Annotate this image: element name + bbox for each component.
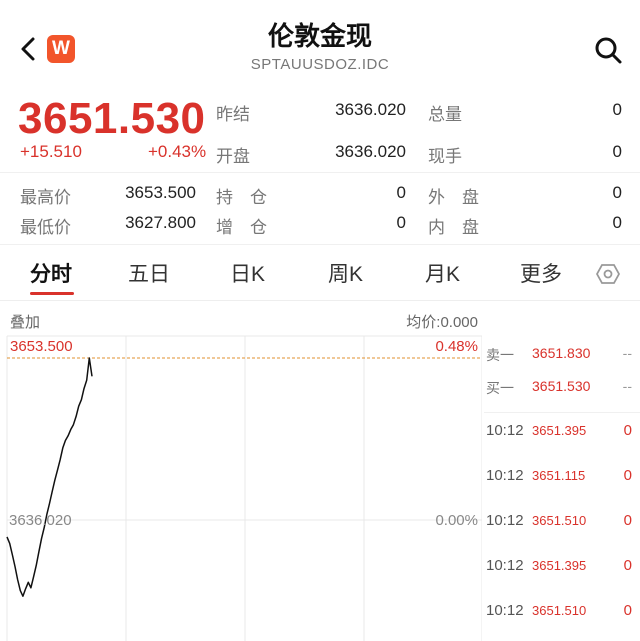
price-line [6, 357, 93, 597]
tick-row: 10:12 3651.395 0 [486, 557, 636, 577]
tick-row: 10:12 3651.115 0 [486, 467, 636, 487]
tick-price: 3651.115 [532, 468, 586, 483]
open-label: 开盘 [216, 147, 250, 166]
tick-time: 10:12 [486, 602, 524, 619]
prev-close-value: 3636.020 [335, 100, 406, 119]
tick-time: 10:12 [486, 467, 524, 484]
sell-one-volume: -- [622, 345, 632, 361]
overlay-button[interactable]: 叠加 [10, 311, 40, 332]
total-volume-value: 0 [612, 100, 622, 119]
current-volume-value: 0 [612, 142, 622, 161]
tick-row: 10:12 3651.510 0 [486, 512, 636, 532]
hold-value: 0 [396, 183, 406, 202]
total-volume-label: 总量 [428, 105, 462, 124]
divider [0, 300, 640, 301]
tick-volume: 0 [623, 512, 632, 529]
tab-weekly-k[interactable]: 周K [328, 258, 363, 288]
tick-volume: 0 [623, 602, 632, 619]
tick-time: 10:12 [486, 557, 524, 574]
divider [0, 244, 640, 245]
settings-icon[interactable] [596, 262, 620, 286]
y-axis-mid-label: 3636.020 [9, 512, 72, 529]
high-label: 最高价 [20, 188, 71, 207]
low-value: 3627.800 [125, 213, 196, 232]
tick-price: 3651.395 [532, 423, 587, 438]
open-value: 3636.020 [335, 142, 406, 161]
sell-one-label: 卖一 [486, 347, 514, 363]
tick-time: 10:12 [486, 512, 524, 529]
tab-daily-k[interactable]: 日K [230, 258, 265, 288]
tick-price: 3651.510 [532, 513, 587, 528]
divider [0, 172, 640, 173]
outer-value: 0 [612, 183, 622, 202]
tick-volume: 0 [623, 422, 632, 439]
active-tab-indicator [30, 292, 74, 295]
y-axis-top-pct: 0.48% [435, 338, 478, 355]
tab-intraday[interactable]: 分时 [30, 258, 72, 288]
buy-one-label: 买一 [486, 380, 514, 396]
tick-price: 3651.510 [532, 603, 587, 618]
tick-volume: 0 [623, 467, 632, 484]
sell-one-price: 3651.830 [532, 345, 591, 361]
prev-close-label: 昨结 [216, 105, 250, 124]
hold-label: 持 仓 [216, 188, 267, 207]
add-position-value: 0 [396, 213, 406, 232]
tick-price: 3651.395 [532, 558, 587, 573]
page-title: 伦敦金现 [267, 21, 372, 51]
price-change: +15.510 [20, 142, 82, 161]
tab-five-day[interactable]: 五日 [128, 258, 170, 288]
high-value: 3653.500 [125, 183, 196, 202]
buy-one-volume: -- [622, 378, 632, 394]
tick-volume: 0 [623, 557, 632, 574]
chart-grid [6, 335, 482, 641]
average-price-label: 均价:0.000 [406, 314, 478, 331]
low-label: 最低价 [20, 218, 71, 237]
tick-row: 10:12 3651.510 0 [486, 602, 636, 622]
instrument-code: SPTAUUSDOZ.IDC [250, 56, 390, 73]
tick-row: 10:12 3651.395 0 [486, 422, 636, 442]
buy-one-row: 买一 3651.530 -- [486, 378, 636, 398]
price-change-pct: +0.43% [148, 142, 207, 161]
divider [484, 412, 640, 413]
inner-label: 内 盘 [428, 218, 479, 237]
tab-more[interactable]: 更多 [520, 258, 562, 288]
search-icon[interactable] [592, 34, 624, 66]
intraday-chart[interactable] [0, 330, 482, 641]
tab-monthly-k[interactable]: 月K [425, 258, 460, 288]
current-volume-label: 现手 [428, 147, 462, 166]
add-position-label: 增 仓 [216, 218, 267, 237]
header: W 伦敦金现 SPTAUUSDOZ.IDC [0, 0, 640, 90]
tick-time: 10:12 [486, 422, 524, 439]
inner-value: 0 [612, 213, 622, 232]
outer-label: 外 盘 [428, 188, 479, 207]
y-axis-top-label: 3653.500 [9, 338, 74, 355]
buy-one-price: 3651.530 [532, 378, 591, 394]
last-price: 3651.530 [18, 94, 206, 143]
y-axis-mid-pct: 0.00% [435, 512, 478, 529]
sell-one-row: 卖一 3651.830 -- [486, 345, 636, 365]
